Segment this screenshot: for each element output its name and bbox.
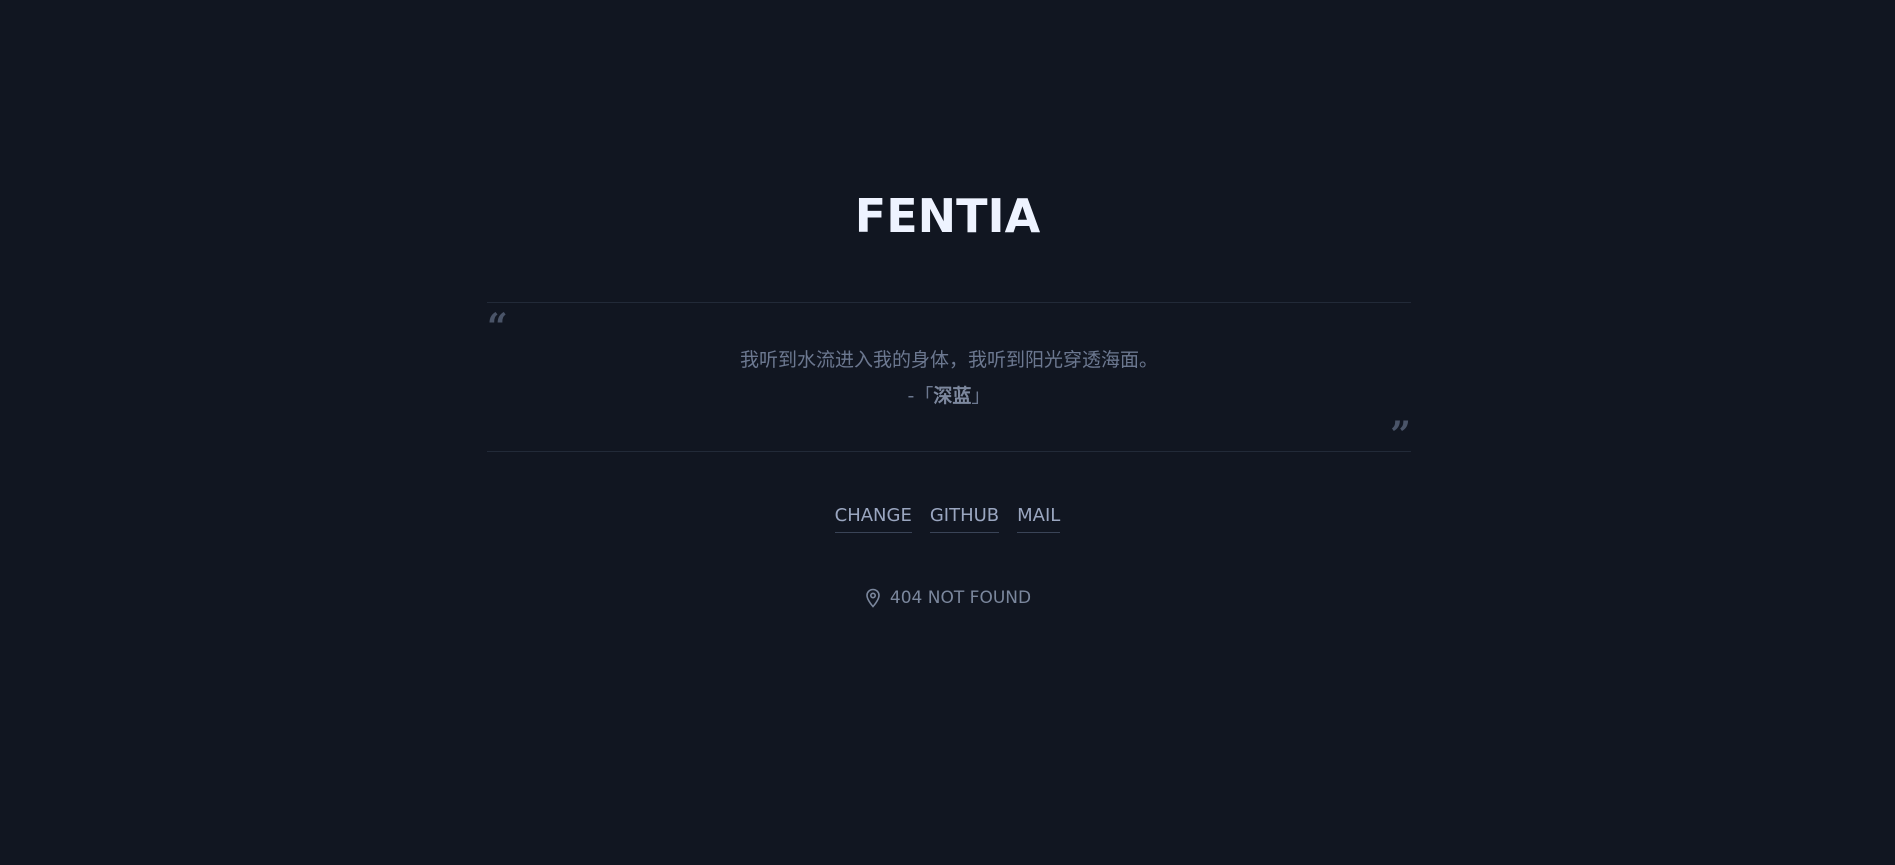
open-quote-icon: “ [487, 306, 508, 348]
page: FENTIA “ 我听到水流进入我的身体，我听到阳光穿透海面。 -「深蓝」 ” … [0, 0, 1895, 865]
quote-text: 我听到水流进入我的身体，我听到阳光穿透海面。 [739, 349, 1158, 371]
quote-author: -「深蓝」 [487, 381, 1411, 411]
quote-box: “ 我听到水流进入我的身体，我听到阳光穿透海面。 -「深蓝」 ” [487, 302, 1411, 456]
quote-author-name: 深蓝 [933, 385, 972, 407]
map-pin-icon [866, 588, 880, 608]
quote-author-prefix: -「 [907, 385, 934, 407]
github-link[interactable]: GITHUB [929, 503, 1000, 533]
site-title: FENTIA [854, 189, 1041, 243]
mail-link[interactable]: MAIL [1017, 503, 1061, 533]
status-line: 404 NOT FOUND [0, 586, 1895, 610]
change-link[interactable]: CHANGE [834, 503, 912, 533]
links-nav: CHANGE GITHUB MAIL [0, 503, 1895, 533]
quote-author-suffix: 」 [971, 385, 991, 407]
status-text: 404 NOT FOUND [889, 588, 1032, 608]
close-quote-icon: ” [1390, 414, 1411, 456]
